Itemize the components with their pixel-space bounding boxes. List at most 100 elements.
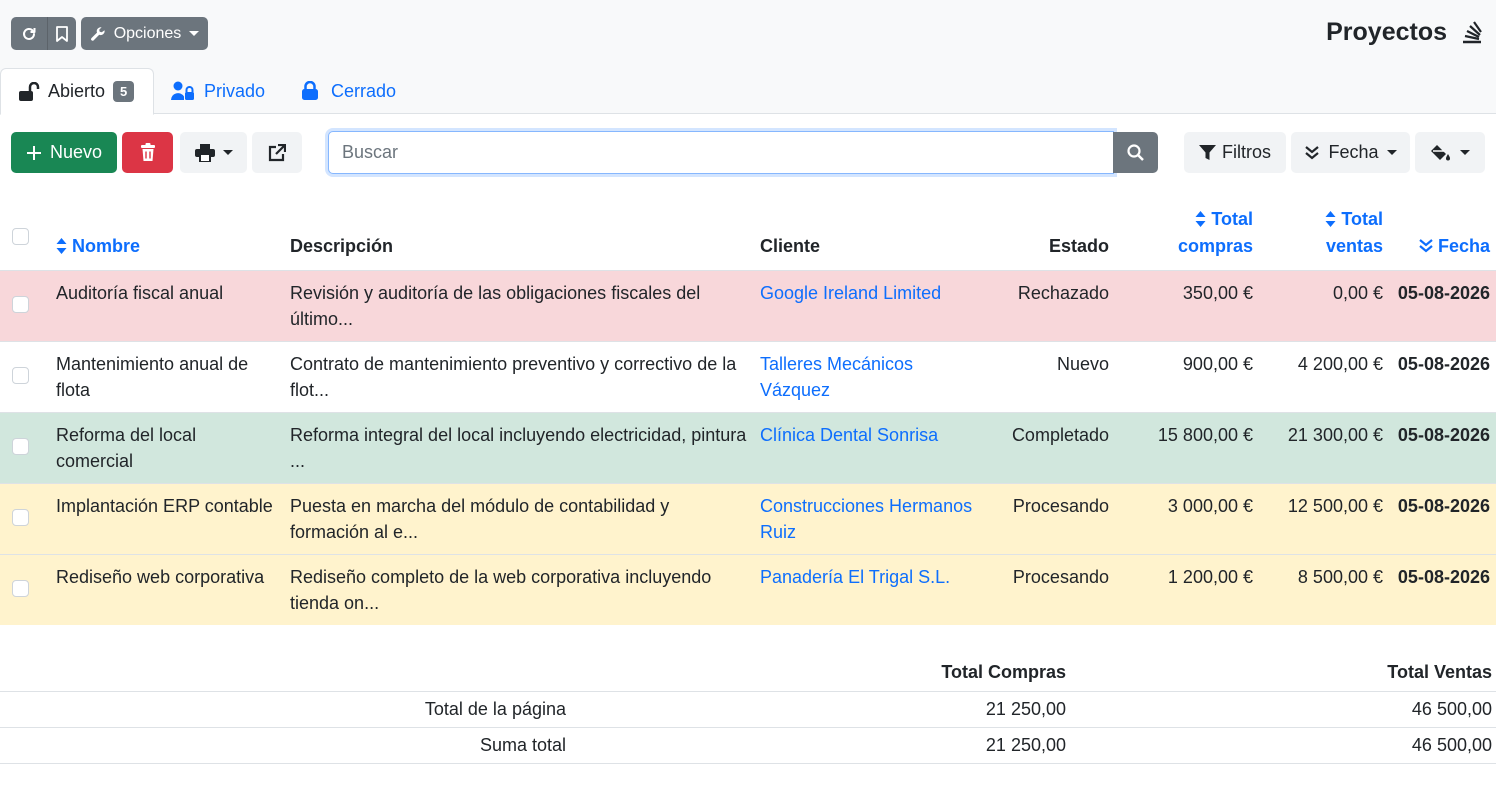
column-header-description: Descripción (290, 235, 394, 256)
sort-icon (1325, 210, 1336, 227)
plus-icon (26, 145, 41, 160)
cell-purchases: 15 800,00 € (1115, 411, 1259, 483)
table-row[interactable]: Reforma del local comercial Reforma inte… (0, 411, 1496, 483)
sort-desc-icon (1419, 238, 1433, 252)
table-header-row: Nombre Descripción Cliente Estado Total … (0, 196, 1496, 270)
cell-status: Completado (986, 411, 1115, 483)
options-dropdown[interactable]: Opciones (81, 17, 208, 50)
cell-name: Rediseño web corporativa (50, 553, 284, 625)
row-select-cell (0, 553, 50, 625)
cell-description: Revisión y auditoría de las obligaciones… (284, 269, 754, 341)
cell-customer-link[interactable]: Panadería El Trigal S.L. (754, 553, 986, 625)
chevron-down-icon (189, 31, 200, 36)
cell-description: Puesta en marcha del módulo de contabili… (284, 482, 754, 554)
cell-status: Rechazado (986, 269, 1115, 341)
lock-icon (302, 81, 318, 100)
chevron-down-icon (222, 150, 233, 155)
export-button[interactable] (252, 132, 302, 173)
chevron-down-icon (1386, 150, 1397, 155)
user-lock-icon (171, 81, 194, 100)
cell-purchases: 3 000,00 € (1115, 482, 1259, 554)
cell-customer-link[interactable]: Google Ireland Limited (754, 269, 986, 341)
bookmark-button[interactable] (47, 17, 76, 50)
column-header-name[interactable]: Nombre (50, 196, 284, 270)
cell-name: Implantación ERP contable (50, 482, 284, 554)
cell-date: 05-08-2026 (1389, 482, 1496, 554)
order-label: Fecha (1328, 142, 1379, 162)
cell-description: Contrato de mantenimiento preventivo y c… (284, 340, 754, 412)
row-checkbox[interactable] (12, 438, 29, 456)
tab-abierto[interactable]: Abierto 5 (0, 68, 154, 115)
options-label: Opciones (113, 24, 182, 42)
cell-sales: 21 300,00 € (1259, 411, 1389, 483)
bookmark-icon (56, 25, 68, 42)
search-box (328, 131, 1114, 174)
filters-button[interactable]: Filtros (1184, 132, 1286, 173)
external-link-icon (268, 143, 286, 161)
page-title: Proyectos (1326, 18, 1447, 46)
search-input[interactable] (329, 132, 1113, 173)
select-all-checkbox[interactable] (12, 228, 29, 246)
totals-header-purchases: Total Compras (570, 655, 1070, 692)
select-all-cell (0, 196, 50, 270)
cell-description: Reforma integral del local incluyendo el… (284, 411, 754, 483)
search-button[interactable] (1113, 132, 1158, 173)
tab-privado[interactable]: Privado (171, 68, 265, 114)
cell-status: Nuevo (986, 340, 1115, 412)
stack-icon (1463, 21, 1482, 44)
color-dropdown[interactable] (1415, 132, 1485, 173)
print-dropdown[interactable] (180, 132, 247, 173)
column-header-total-purchases[interactable]: Total compras (1115, 196, 1259, 270)
table-row[interactable]: Auditoría fiscal anual Revisión y audito… (0, 269, 1496, 341)
totals-header-empty (0, 655, 570, 692)
cell-name: Reforma del local comercial (50, 411, 284, 483)
table-row[interactable]: Mantenimiento anual de flota Contrato de… (0, 340, 1496, 412)
row-select-cell (0, 340, 50, 412)
cell-date: 05-08-2026 (1389, 411, 1496, 483)
cell-sales: 12 500,00 € (1259, 482, 1389, 554)
totals-label: Total de la página (0, 691, 570, 728)
cell-sales: 0,00 € (1259, 269, 1389, 341)
row-checkbox[interactable] (12, 580, 29, 598)
refresh-icon (23, 27, 36, 40)
cell-date: 05-08-2026 (1389, 553, 1496, 625)
row-select-cell (0, 269, 50, 341)
column-header-total-sales[interactable]: Total ventas (1259, 196, 1389, 270)
cell-sales: 4 200,00 € (1259, 340, 1389, 412)
cell-description: Rediseño completo de la web corporativa … (284, 553, 754, 625)
row-checkbox[interactable] (12, 367, 29, 385)
row-checkbox[interactable] (12, 296, 29, 314)
new-button[interactable]: Nuevo (11, 132, 117, 173)
cell-customer-link[interactable]: Construcciones Hermanos Ruiz (754, 482, 986, 554)
totals-header-row: Total Compras Total Ventas (0, 655, 1496, 692)
unlock-icon (19, 81, 40, 101)
cell-status: Procesando (986, 553, 1115, 625)
totals-row: Total de la página 21 250,00 46 500,00 (0, 691, 1496, 728)
row-checkbox[interactable] (12, 509, 29, 527)
tab-privado-label: Privado (204, 80, 266, 101)
paint-bucket-icon (1431, 144, 1450, 160)
order-dropdown[interactable]: Fecha (1291, 132, 1410, 173)
projects-table: Nombre Descripción Cliente Estado Total … (0, 196, 1496, 625)
cell-name: Auditoría fiscal anual (50, 269, 284, 341)
delete-button[interactable] (122, 132, 173, 173)
column-header-date[interactable]: Fecha (1389, 196, 1496, 270)
cell-purchases: 1 200,00 € (1115, 553, 1259, 625)
cell-customer-link[interactable]: Talleres Mecánicos Vázquez (754, 340, 986, 412)
chevron-down-icon (1460, 150, 1470, 155)
filter-icon (1199, 145, 1216, 160)
refresh-button[interactable] (11, 17, 47, 50)
cell-name: Mantenimiento anual de flota (50, 340, 284, 412)
table-row[interactable]: Rediseño web corporativa Rediseño comple… (0, 553, 1496, 625)
tab-abierto-label: Abierto (48, 81, 106, 101)
cell-date: 05-08-2026 (1389, 269, 1496, 341)
cell-status: Procesando (986, 482, 1115, 554)
cell-purchases: 900,00 € (1115, 340, 1259, 412)
filters-label: Filtros (1222, 142, 1271, 162)
cell-customer-link[interactable]: Clínica Dental Sonrisa (754, 411, 986, 483)
tab-cerrado[interactable]: Cerrado (301, 68, 396, 114)
cell-sales: 8 500,00 € (1259, 553, 1389, 625)
table-row[interactable]: Implantación ERP contable Puesta en marc… (0, 482, 1496, 554)
column-header-status: Estado (1048, 235, 1109, 256)
wrench-icon (90, 26, 105, 41)
